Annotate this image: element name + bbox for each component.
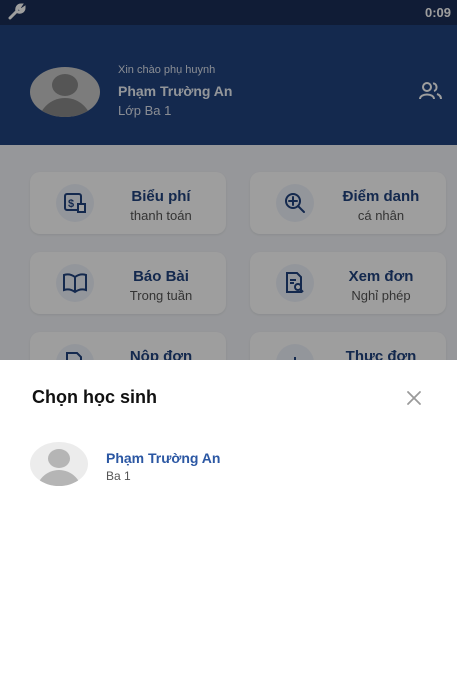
select-student-sheet: Chọn học sinh Phạm Trường An Ba 1 — [0, 360, 457, 689]
modal-backdrop[interactable] — [0, 0, 457, 360]
student-list-item[interactable]: Phạm Trường An Ba 1 — [28, 440, 428, 490]
student-class: Ba 1 — [106, 469, 131, 483]
student-name: Phạm Trường An — [106, 450, 221, 466]
close-icon[interactable] — [404, 388, 424, 408]
student-avatar — [30, 442, 88, 486]
sheet-title: Chọn học sinh — [32, 387, 157, 407]
